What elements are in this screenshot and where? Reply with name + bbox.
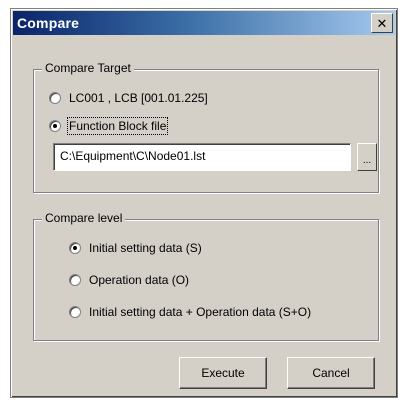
radio-level-operation[interactable]: Operation data (O) — [69, 273, 189, 287]
browse-button[interactable]: ... — [357, 143, 377, 171]
radio-level-initial-setting-indicator[interactable] — [69, 242, 81, 254]
close-button[interactable]: ✕ — [371, 13, 393, 33]
radio-level-initial-setting-label: Initial setting data (S) — [89, 241, 202, 255]
radio-level-initial-setting[interactable]: Initial setting data (S) — [69, 241, 202, 255]
radio-level-initial-plus-operation-indicator[interactable] — [69, 306, 81, 318]
compare-dialog: Compare ✕ Compare Target LC001 , LCB [00… — [10, 8, 398, 398]
close-icon: ✕ — [376, 15, 388, 31]
radio-level-initial-plus-operation-label: Initial setting data + Operation data (S… — [89, 305, 312, 319]
cancel-button[interactable]: Cancel — [287, 357, 375, 389]
file-path-input[interactable]: C:\Equipment\C\Node01.lst — [53, 143, 351, 171]
window-title: Compare — [17, 15, 80, 31]
radio-level-operation-indicator[interactable] — [69, 274, 81, 286]
radio-target-lc001-indicator[interactable] — [49, 92, 61, 104]
compare-level-legend: Compare level — [42, 211, 126, 225]
radio-level-operation-label: Operation data (O) — [89, 273, 190, 287]
compare-target-legend: Compare Target — [42, 61, 134, 75]
title-bar[interactable]: Compare ✕ — [13, 11, 395, 35]
radio-target-function-block-file-indicator[interactable] — [49, 120, 61, 132]
radio-target-function-block-file[interactable]: Function Block file — [49, 117, 169, 135]
radio-level-initial-plus-operation[interactable]: Initial setting data + Operation data (S… — [69, 305, 311, 319]
execute-button[interactable]: Execute — [179, 357, 267, 389]
radio-target-lc001-label: LC001 , LCB [001.01.225] — [69, 91, 208, 105]
radio-target-function-block-file-label: Function Block file — [66, 117, 169, 135]
radio-target-lc001[interactable]: LC001 , LCB [001.01.225] — [49, 91, 208, 105]
